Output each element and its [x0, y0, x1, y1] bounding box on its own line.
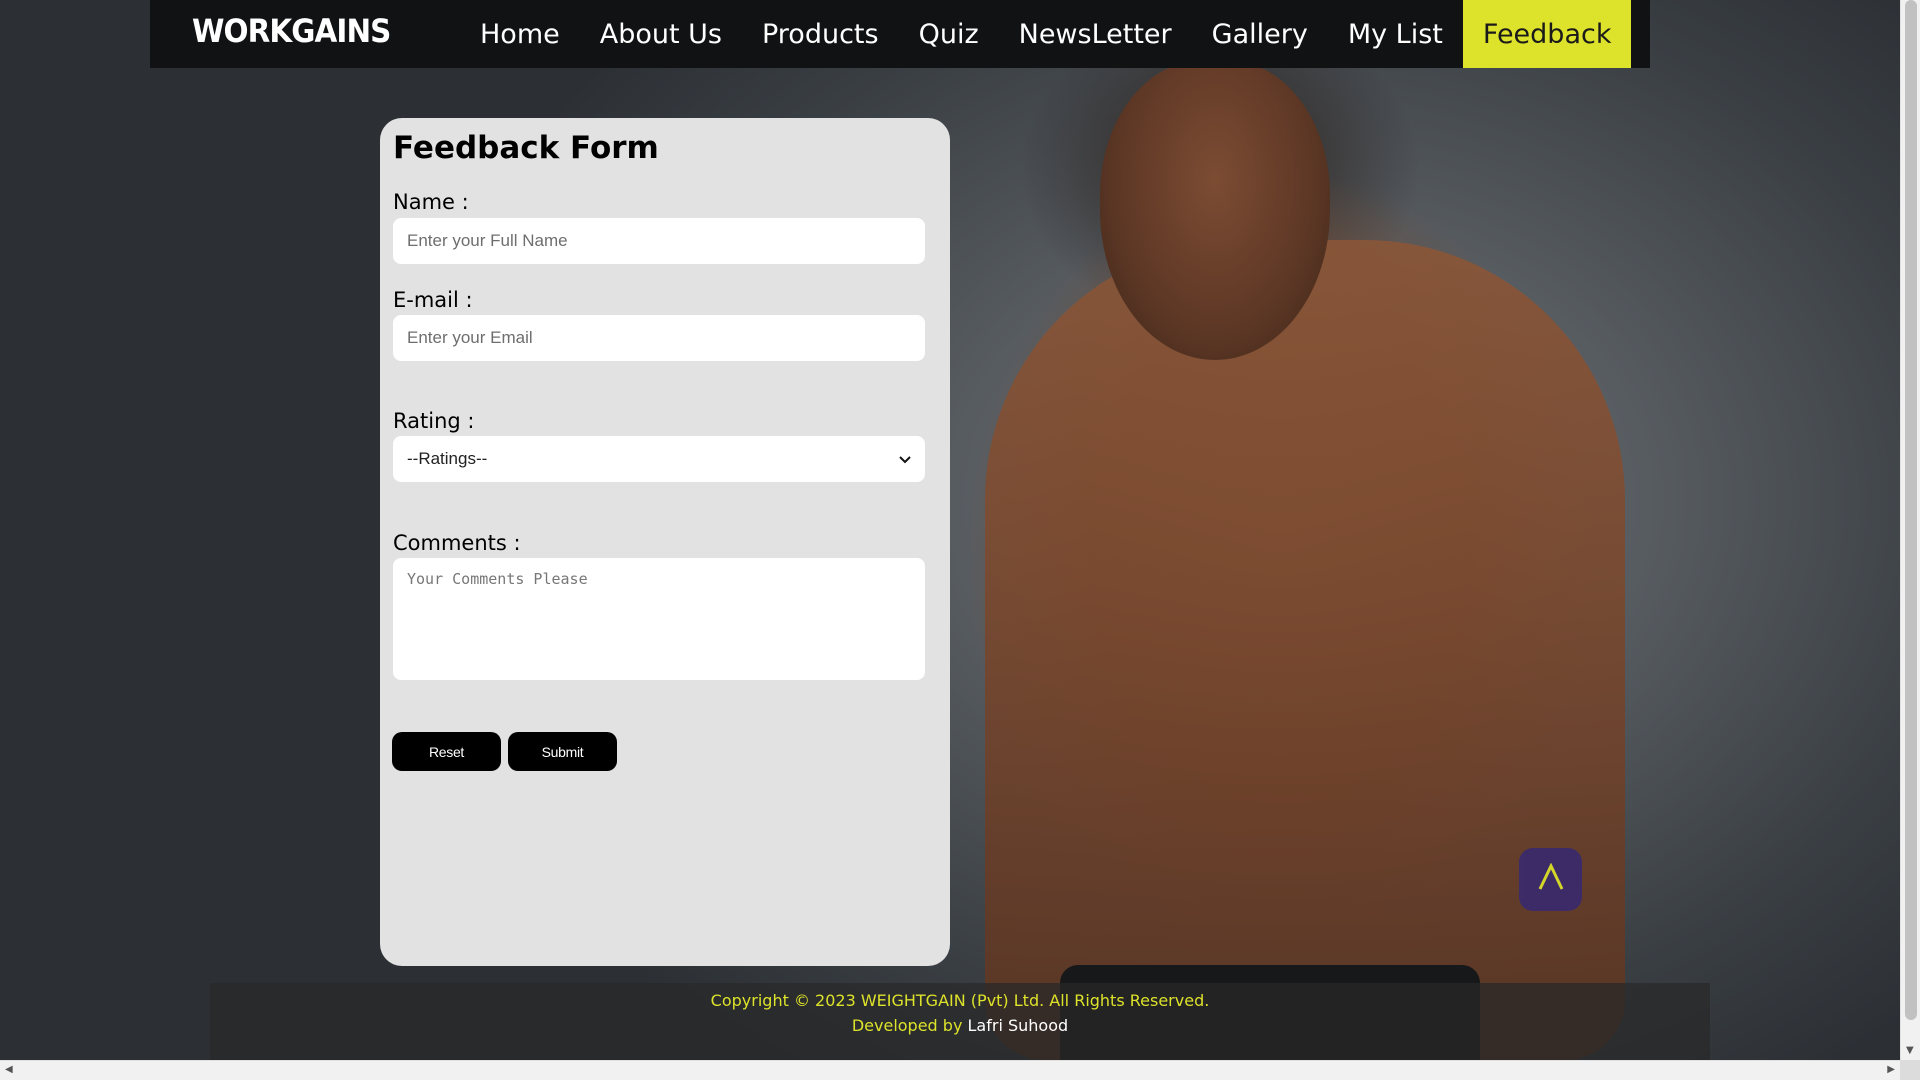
name-input[interactable]: Enter your Full Name: [393, 218, 925, 264]
scroll-to-top-button[interactable]: [1519, 848, 1582, 911]
chevron-down-icon: [899, 451, 911, 467]
footer-developed-by: Developed by: [851, 1016, 963, 1035]
navbar: WORKGAINS Home About Us Products Quiz Ne…: [150, 0, 1650, 68]
nav-item-products[interactable]: Products: [742, 0, 899, 68]
brand-logo[interactable]: WORKGAINS: [192, 12, 391, 50]
nav-item-my-list[interactable]: My List: [1328, 0, 1463, 68]
rating-label: Rating :: [393, 409, 475, 433]
background-image: [0, 0, 1900, 1060]
name-input-placeholder: Enter your Full Name: [407, 231, 568, 250]
name-label: Name :: [393, 190, 469, 214]
nav-links: Home About Us Products Quiz NewsLetter G…: [460, 0, 1632, 68]
rating-select-value: --Ratings--: [407, 449, 488, 468]
scroll-down-arrow-icon[interactable]: ▼: [1906, 1045, 1914, 1056]
vertical-scrollbar-thumb[interactable]: [1905, 0, 1917, 1020]
email-label: E-mail :: [393, 288, 473, 312]
nav-item-home[interactable]: Home: [460, 0, 580, 68]
scroll-right-arrow-icon[interactable]: ▶: [1887, 1064, 1895, 1075]
nav-item-gallery[interactable]: Gallery: [1192, 0, 1328, 68]
nav-item-newsletter[interactable]: NewsLetter: [999, 0, 1192, 68]
footer-developer-name: Lafri Suhood: [967, 1016, 1069, 1035]
chevron-up-icon: [1538, 860, 1564, 900]
footer-developer-line: Developed by Lafri Suhood: [210, 1013, 1710, 1038]
horizontal-scrollbar[interactable]: ◀ ▶: [0, 1060, 1900, 1080]
nav-item-quiz[interactable]: Quiz: [899, 0, 999, 68]
comments-label: Comments :: [393, 531, 521, 555]
form-title: Feedback Form: [393, 130, 659, 166]
submit-button[interactable]: Submit: [508, 732, 617, 771]
rating-select[interactable]: --Ratings--: [393, 436, 925, 482]
nav-item-feedback[interactable]: Feedback: [1462, 0, 1632, 68]
footer-copyright: Copyright © 2023 WEIGHTGAIN (Pvt) Ltd. A…: [710, 991, 1210, 1010]
footer: Copyright © 2023 WEIGHTGAIN (Pvt) Ltd. A…: [210, 983, 1710, 1060]
scroll-left-arrow-icon[interactable]: ◀: [5, 1064, 13, 1075]
comments-textarea[interactable]: Your Comments Please: [393, 558, 925, 680]
nav-item-about-us[interactable]: About Us: [580, 0, 742, 68]
vertical-scrollbar[interactable]: ▼: [1900, 0, 1920, 1060]
feedback-form-card: Feedback Form Name : Enter your Full Nam…: [380, 118, 950, 966]
email-input[interactable]: Enter your Email: [393, 315, 925, 361]
comments-textarea-placeholder: Your Comments Please: [407, 570, 588, 588]
scrollbar-corner: [1900, 1060, 1920, 1080]
email-input-placeholder: Enter your Email: [407, 328, 533, 347]
reset-button[interactable]: Reset: [392, 732, 501, 771]
